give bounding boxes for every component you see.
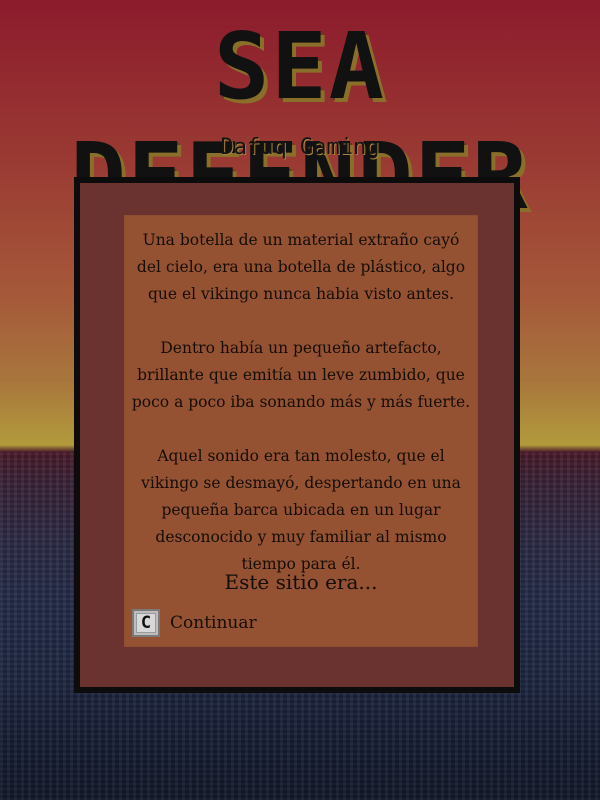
story-text: Una botella de un material extraño cayó …: [130, 227, 472, 605]
c-key-icon: C: [132, 609, 160, 637]
story-paragraph-2: Dentro había un pequeño artefacto, brill…: [131, 339, 471, 411]
continue-button[interactable]: C Continuar: [132, 607, 257, 639]
studio-name: Dafuq Gaming: [220, 135, 380, 160]
continue-label: Continuar: [170, 613, 257, 633]
game-title: SEA DEFENDER: [70, 13, 527, 230]
story-dialog-frame: Una botella de un material extraño cayó …: [74, 177, 520, 693]
story-ending-line: Este sitio era...: [224, 570, 378, 594]
continue-key-label: C: [136, 613, 156, 633]
story-paragraph-3: Aquel sonido era tan molesto, que el vik…: [141, 447, 461, 573]
story-paragraph-1: Una botella de un material extraño cayó …: [136, 231, 466, 303]
story-panel: Una botella de un material extraño cayó …: [124, 215, 478, 647]
